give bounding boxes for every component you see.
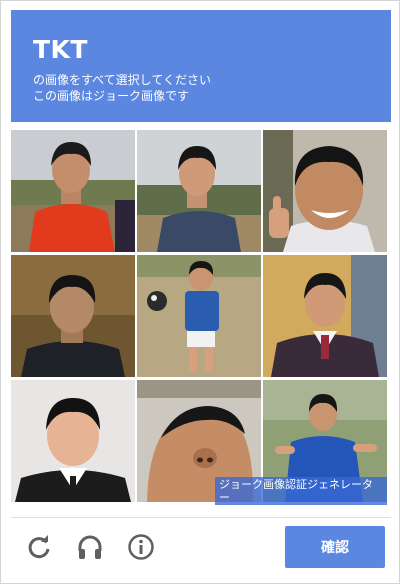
photo-child-portrait (11, 380, 135, 502)
photo-child-soccer-ball (137, 255, 261, 377)
watermark-title: ジョーク画像認証ジェネレーター (219, 478, 373, 504)
image-tile-2[interactable] (137, 130, 261, 252)
footer-divider (11, 517, 391, 518)
captcha-dialog: TKT の画像をすべて選択してください この画像はジョーク画像です ジョーク画像… (0, 0, 400, 584)
reload-icon[interactable] (25, 533, 53, 561)
headphones-icon[interactable] (76, 533, 104, 561)
image-tile-4[interactable] (11, 255, 135, 377)
photo-boy-red-shirt (11, 130, 135, 252)
photo-boy-dark-jacket (11, 255, 135, 377)
instruction-subtext: この画像はジョーク画像です (33, 89, 190, 103)
photo-boy-school-uniform (263, 255, 387, 377)
watermark-url: https://vrty.work (219, 504, 309, 517)
photo-man-thumbs-up (263, 130, 387, 252)
verify-button[interactable]: 確認 (285, 526, 385, 568)
image-tile-1[interactable] (11, 130, 135, 252)
challenge-header: TKT の画像をすべて選択してください この画像はジョーク画像です (11, 10, 391, 122)
photo-boy-navy-shirt (137, 130, 261, 252)
instruction-text: の画像をすべて選択してください (33, 73, 211, 87)
image-grid (11, 130, 391, 507)
image-tile-5[interactable] (137, 255, 261, 377)
generator-watermark: ジョーク画像認証ジェネレーター https://vrty.work (215, 477, 387, 517)
image-tile-3[interactable] (263, 130, 387, 252)
image-tile-7[interactable] (11, 380, 135, 502)
image-tile-6[interactable] (263, 255, 387, 377)
info-icon[interactable] (127, 533, 155, 561)
challenge-title: TKT (33, 35, 88, 64)
